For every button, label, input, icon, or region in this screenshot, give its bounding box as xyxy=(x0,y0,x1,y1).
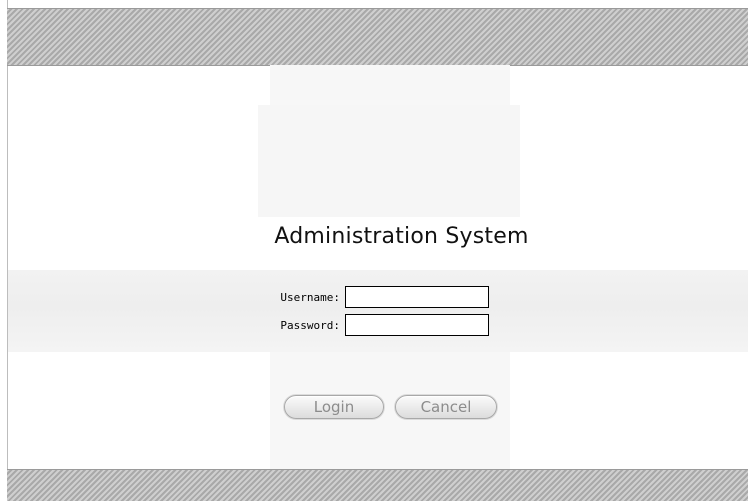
username-input[interactable] xyxy=(345,286,489,308)
login-button[interactable]: Login xyxy=(284,395,384,419)
username-label: Username: xyxy=(280,290,340,304)
page-title: Administration System xyxy=(274,224,529,249)
cancel-button[interactable]: Cancel xyxy=(395,395,497,419)
password-label: Password: xyxy=(280,318,340,332)
background-block xyxy=(270,65,510,105)
password-input[interactable] xyxy=(345,314,489,336)
background-block xyxy=(258,105,520,217)
form-background-band xyxy=(8,270,748,352)
bottom-hatched-banner xyxy=(7,469,748,501)
password-row: Password: xyxy=(270,313,489,337)
username-row: Username: xyxy=(270,285,489,309)
login-page: Administration System Username: Password… xyxy=(0,0,748,501)
top-hatched-banner xyxy=(7,8,748,66)
